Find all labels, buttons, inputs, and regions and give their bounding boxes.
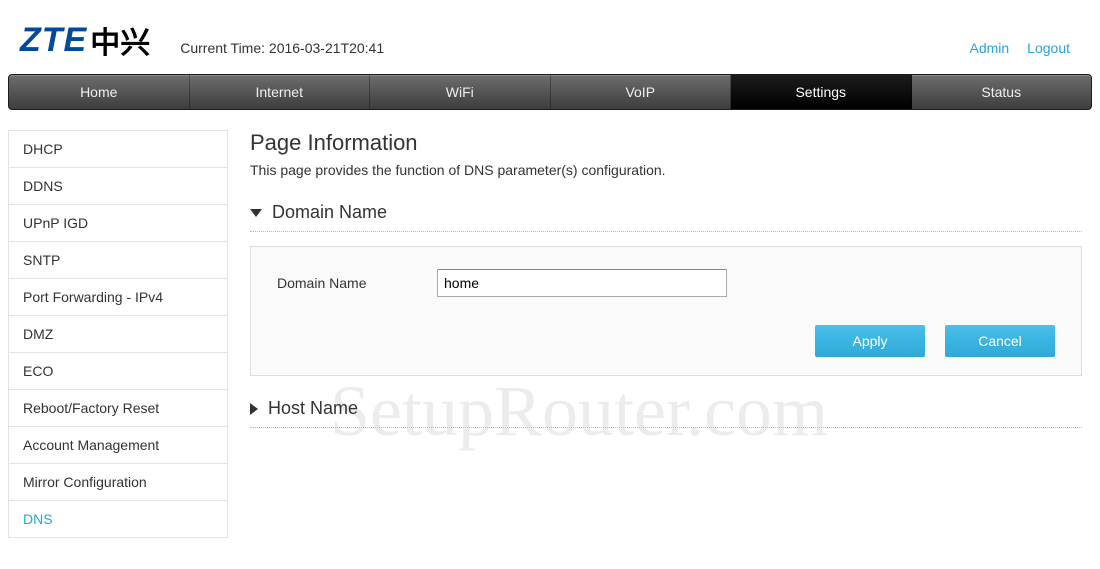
sidebar-item-account-management[interactable]: Account Management — [9, 427, 227, 464]
page-description: This page provides the function of DNS p… — [250, 162, 1082, 178]
section-host-name-header[interactable]: Host Name — [250, 398, 1082, 428]
sidebar: DHCPDDNSUPnP IGDSNTPPort Forwarding - IP… — [8, 130, 228, 538]
sidebar-item-eco[interactable]: ECO — [9, 353, 227, 390]
sidebar-item-dmz[interactable]: DMZ — [9, 316, 227, 353]
topnav-item-settings[interactable]: Settings — [731, 75, 912, 109]
topnav-item-internet[interactable]: Internet — [190, 75, 371, 109]
sidebar-item-mirror-configuration[interactable]: Mirror Configuration — [9, 464, 227, 501]
domain-name-label: Domain Name — [277, 275, 437, 291]
header: ZTE 中兴 Current Time: 2016-03-21T20:41 Ad… — [0, 0, 1100, 74]
sidebar-item-dhcp[interactable]: DHCP — [9, 131, 227, 168]
section-domain-heading: Domain Name — [272, 202, 387, 223]
header-links: Admin Logout — [969, 40, 1070, 56]
sidebar-item-reboot-factory-reset[interactable]: Reboot/Factory Reset — [9, 390, 227, 427]
logo-cn-text: 中兴 — [90, 18, 150, 62]
chevron-down-icon — [250, 209, 262, 217]
sidebar-item-sntp[interactable]: SNTP — [9, 242, 227, 279]
section-domain-name-header[interactable]: Domain Name — [250, 202, 1082, 232]
topnav-item-voip[interactable]: VoIP — [551, 75, 732, 109]
domain-name-row: Domain Name — [277, 269, 1055, 297]
current-time-label: Current Time: 2016-03-21T20:41 — [180, 40, 384, 56]
logout-link[interactable]: Logout — [1027, 40, 1070, 56]
button-row: Apply Cancel — [277, 325, 1055, 357]
chevron-right-icon — [250, 403, 258, 415]
sidebar-item-dns[interactable]: DNS — [9, 501, 227, 537]
top-navigation: HomeInternetWiFiVoIPSettingsStatus — [8, 74, 1092, 110]
logo-zte-text: ZTE — [20, 21, 87, 60]
logo: ZTE 中兴 — [20, 18, 150, 62]
main-content: Page Information This page provides the … — [250, 130, 1092, 428]
sidebar-item-ddns[interactable]: DDNS — [9, 168, 227, 205]
domain-name-form: Domain Name Apply Cancel — [250, 246, 1082, 376]
topnav-item-status[interactable]: Status — [912, 75, 1092, 109]
apply-button[interactable]: Apply — [815, 325, 925, 357]
domain-name-input[interactable] — [437, 269, 727, 297]
cancel-button[interactable]: Cancel — [945, 325, 1055, 357]
topnav-item-wifi[interactable]: WiFi — [370, 75, 551, 109]
section-host-heading: Host Name — [268, 398, 358, 419]
page-title: Page Information — [250, 130, 1082, 156]
topnav-item-home[interactable]: Home — [9, 75, 190, 109]
sidebar-item-port-forwarding-ipv4[interactable]: Port Forwarding - IPv4 — [9, 279, 227, 316]
admin-link[interactable]: Admin — [969, 40, 1009, 56]
sidebar-item-upnp-igd[interactable]: UPnP IGD — [9, 205, 227, 242]
